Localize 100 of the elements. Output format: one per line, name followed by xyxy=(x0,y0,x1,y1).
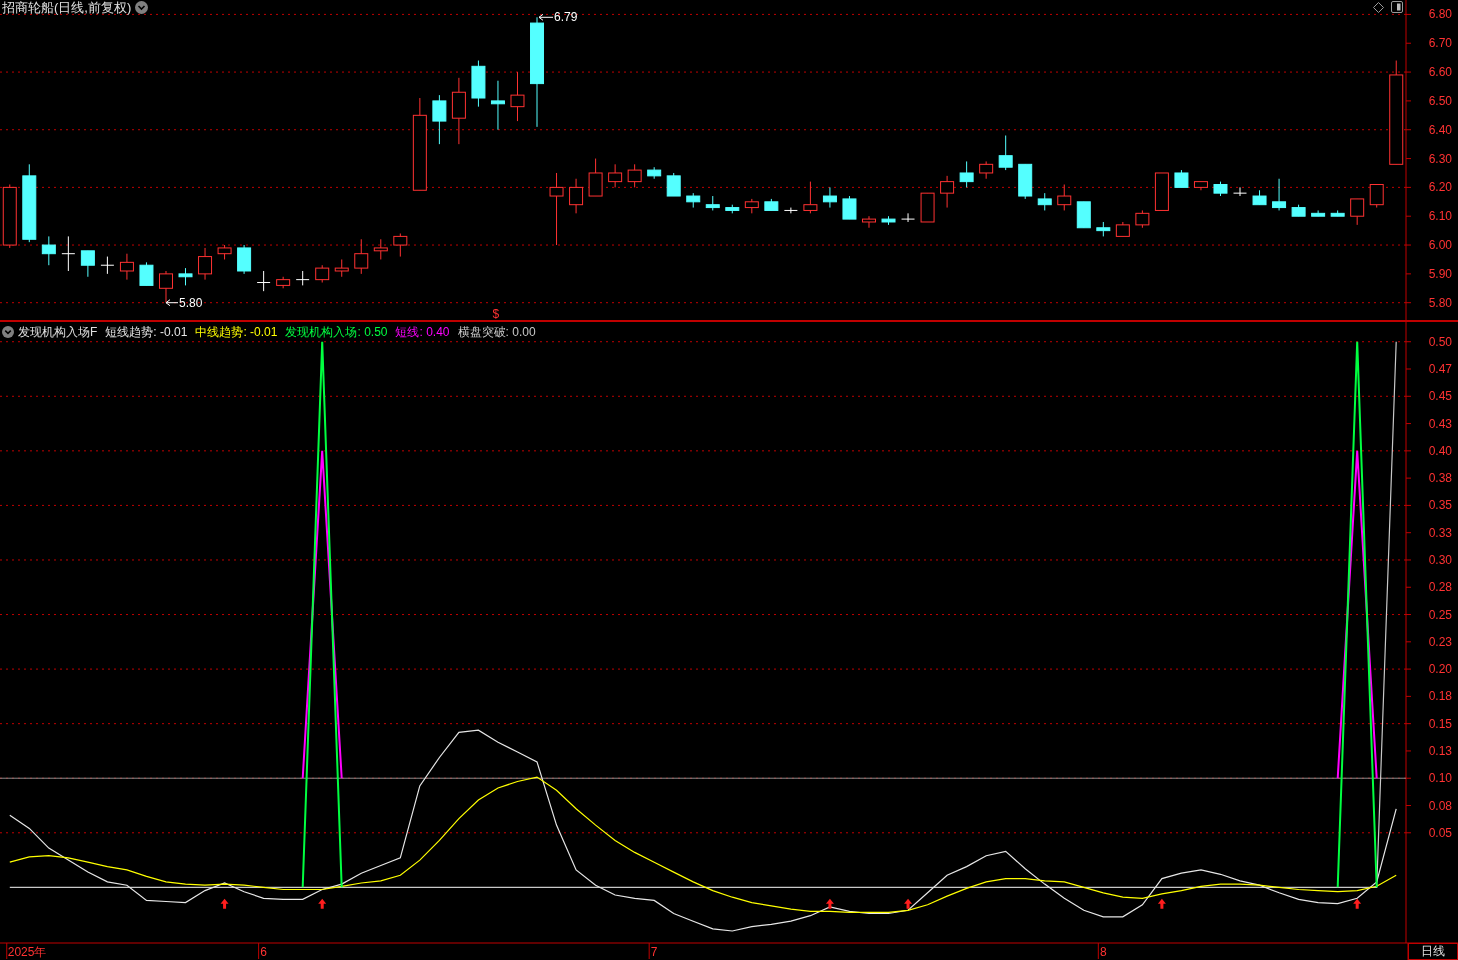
up-arrow-icon xyxy=(825,898,834,909)
candlestick xyxy=(1057,184,1072,211)
candlestick xyxy=(1233,186,1247,197)
axis-label: 5.90 xyxy=(1428,266,1452,281)
period-label[interactable]: 日线 xyxy=(1408,943,1458,960)
candlestick xyxy=(666,172,681,197)
up-arrow-icon xyxy=(220,898,229,909)
legend-item: 中线趋势: -0.01 xyxy=(195,324,278,341)
candlestick xyxy=(1369,184,1384,209)
legend-item: 短线: 0.40 xyxy=(395,324,450,341)
candlestick xyxy=(159,270,173,304)
candlestick xyxy=(1311,209,1326,217)
candlestick xyxy=(1076,201,1091,229)
panel-toggle-icon[interactable] xyxy=(1391,1,1403,13)
candlestick xyxy=(1135,209,1150,229)
candlestick xyxy=(686,192,701,209)
candlestick xyxy=(1037,192,1052,211)
dropdown-icon[interactable] xyxy=(135,1,149,15)
chart-title: 招商轮船(日线,前复权) xyxy=(2,0,132,17)
axis-label: 0.23 xyxy=(1428,634,1452,649)
axis-label: 6.50 xyxy=(1428,93,1452,108)
candlestick xyxy=(647,166,662,180)
candlestick xyxy=(1193,181,1208,191)
candlestick xyxy=(959,160,974,188)
signal-marker: $ xyxy=(492,307,500,320)
candlestick xyxy=(998,135,1013,171)
up-arrow-icon xyxy=(1353,898,1362,909)
candlestick xyxy=(295,270,310,286)
candlestick xyxy=(608,163,623,188)
axis-year-label: 2025年 xyxy=(7,945,47,959)
candlestick xyxy=(510,71,525,122)
candlestick xyxy=(822,186,837,209)
candlestick xyxy=(1350,198,1365,226)
candlestick xyxy=(588,158,603,197)
axis-label: 0.38 xyxy=(1428,471,1452,486)
axis-label: 0.35 xyxy=(1428,498,1452,513)
axis-label: 8 xyxy=(1100,945,1107,959)
candlestick xyxy=(1174,169,1189,188)
axis-label: 0.28 xyxy=(1428,580,1452,595)
axis-label: 0.40 xyxy=(1428,443,1452,458)
candlestick xyxy=(744,198,759,214)
indicator-name: 发现机构入场F xyxy=(18,324,98,341)
axis-label: 0.30 xyxy=(1428,553,1452,567)
candlestick xyxy=(451,77,466,145)
axis-label: 0.25 xyxy=(1428,607,1452,622)
axis-label: 0.33 xyxy=(1428,525,1452,540)
axis-label: 0.05 xyxy=(1428,825,1452,840)
annotation: 6.79 xyxy=(554,10,578,25)
axis-label: 6.80 xyxy=(1428,7,1452,22)
candlestick xyxy=(627,163,642,188)
candlestick xyxy=(569,178,584,214)
annotation: 5.80 xyxy=(178,295,203,310)
candlestick xyxy=(432,94,447,145)
candlestick xyxy=(842,195,857,220)
candlestick xyxy=(1272,178,1287,211)
candlestick xyxy=(393,233,408,258)
up-arrow-icon xyxy=(318,898,327,909)
candlestick xyxy=(256,270,271,292)
axis-label: 0.08 xyxy=(1428,798,1452,813)
axis-label: 0.13 xyxy=(1428,743,1452,758)
dropdown-icon[interactable] xyxy=(2,326,14,338)
candlestick xyxy=(139,261,154,286)
candlestick xyxy=(178,267,193,286)
candlestick xyxy=(940,175,955,209)
candlestick xyxy=(1291,204,1306,217)
legend-item: 横盘突破: 0.00 xyxy=(457,324,536,341)
axis-label: 6.40 xyxy=(1428,122,1452,137)
candlestick xyxy=(237,244,252,275)
candlestick xyxy=(41,235,56,266)
candlestick xyxy=(705,195,720,211)
candlestick xyxy=(1154,172,1169,211)
axis-label: 7 xyxy=(650,945,658,959)
axis-label: 6.30 xyxy=(1428,151,1452,166)
axis-label: 0.50 xyxy=(1428,334,1452,349)
axis-label: 6.60 xyxy=(1428,65,1452,80)
candlestick xyxy=(1018,163,1033,200)
axis-label: 0.47 xyxy=(1428,362,1452,376)
diamond-icon[interactable] xyxy=(1373,1,1384,13)
candlestick xyxy=(80,250,95,278)
candlestick xyxy=(1115,221,1130,237)
candlestick xyxy=(198,247,213,281)
legend-item: 发现机构入场: 0.50 xyxy=(285,324,388,341)
candlestick xyxy=(783,207,798,214)
axis-label: 0.45 xyxy=(1428,389,1452,404)
candlestick xyxy=(1213,181,1228,197)
axis-label: 6.20 xyxy=(1428,180,1452,195)
candlestick xyxy=(979,160,994,180)
up-arrow-icon xyxy=(904,898,913,909)
candlestick xyxy=(901,212,916,223)
candlestick xyxy=(354,238,369,275)
candlestick xyxy=(217,244,232,260)
candlestick xyxy=(100,256,115,275)
axis-label: 6.00 xyxy=(1428,238,1452,253)
candlestick xyxy=(119,253,134,281)
candlestick xyxy=(920,192,935,223)
axis-label: 0.18 xyxy=(1428,689,1452,704)
axis-label: 6 xyxy=(260,945,267,959)
axis-label: 0.43 xyxy=(1428,416,1452,431)
candlestick xyxy=(490,80,505,131)
candlestick xyxy=(764,198,779,211)
